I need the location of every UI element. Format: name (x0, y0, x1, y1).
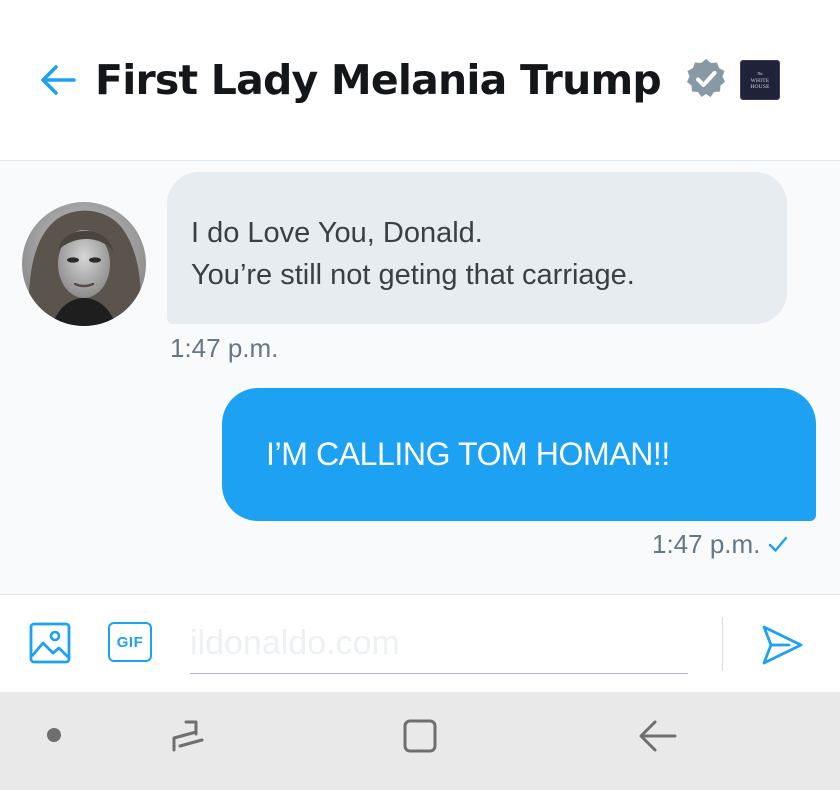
gif-label: GIF (116, 633, 144, 651)
message-text-line: I do Love You, Donald. (191, 217, 483, 249)
timestamp-text: 1:47 p.m. (652, 529, 761, 559)
outgoing-message-bubble[interactable]: I’M CALLING TOM HOMAN!! (222, 388, 816, 521)
dot-icon[interactable] (47, 728, 61, 742)
add-image-button[interactable] (28, 621, 72, 665)
message-input[interactable] (190, 613, 688, 674)
verified-badge-icon (687, 59, 725, 97)
incoming-message-bubble[interactable]: I do Love You, Donald. You’re still not … (167, 172, 787, 324)
checkmark-icon (769, 536, 788, 552)
arrow-left-icon (41, 65, 76, 95)
conversation-header: First Lady Melania Trump The WHITE HOUSE (0, 0, 840, 161)
avatar[interactable] (22, 202, 146, 326)
home-icon[interactable] (400, 716, 440, 756)
recent-apps-icon[interactable] (166, 716, 210, 756)
back-icon[interactable] (635, 716, 679, 756)
incoming-timestamp: 1:47 p.m. (170, 333, 279, 363)
send-icon (762, 625, 803, 665)
gif-button[interactable]: GIF (108, 622, 152, 662)
image-icon (29, 622, 71, 664)
message-text-line: You’re still not geting that carriage. (191, 259, 635, 291)
message-composer: GIF (0, 594, 840, 693)
outgoing-timestamp: 1:47 p.m. (652, 529, 788, 560)
divider (722, 617, 723, 671)
send-button[interactable] (756, 619, 808, 671)
white-house-badge: The WHITE HOUSE (740, 60, 780, 100)
system-navigation-bar (0, 692, 840, 790)
profile-photo (22, 202, 146, 326)
back-button[interactable] (34, 56, 82, 104)
message-text: I’M CALLING TOM HOMAN!! (266, 436, 670, 472)
contact-name[interactable]: First Lady Melania Trump (95, 52, 662, 108)
